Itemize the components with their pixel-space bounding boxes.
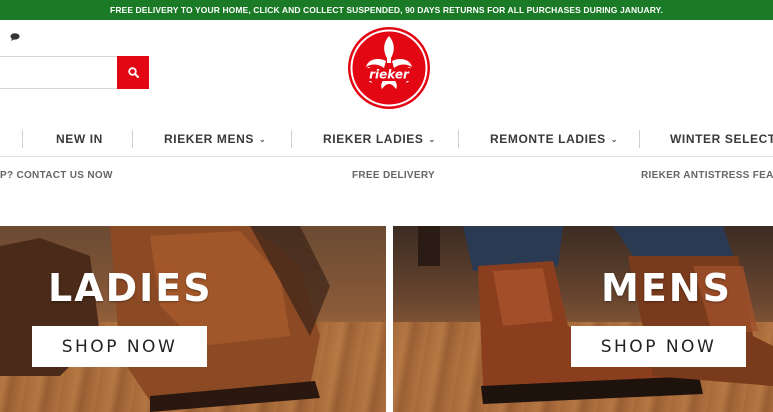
promo-mens-title: MENS <box>601 266 732 310</box>
nav-divider <box>132 130 133 148</box>
search-input[interactable] <box>0 56 118 89</box>
shop-ladies-button[interactable]: SHOP NOW <box>32 326 207 367</box>
chevron-down-icon: ⌄ <box>610 135 619 144</box>
shop-mens-button[interactable]: SHOP NOW <box>571 326 746 367</box>
nav-item-new-in[interactable]: NEW IN <box>56 124 103 156</box>
ladies-boots-image <box>0 226 330 412</box>
logo-text: rieker <box>369 68 410 82</box>
chat-icon[interactable] <box>10 33 20 41</box>
nav-item-remonte-ladies[interactable]: REMONTE LADIES ⌄ <box>490 124 618 156</box>
nav-divider <box>291 130 292 148</box>
search-bar <box>0 56 150 89</box>
rieker-logo[interactable]: rieker <box>346 25 432 111</box>
promo-mens[interactable]: MENS SHOP NOW <box>393 226 773 412</box>
nav-divider-line <box>0 156 773 157</box>
chevron-down-icon: ⌄ <box>258 135 267 144</box>
search-button[interactable] <box>117 56 149 89</box>
chevron-down-icon: ⌄ <box>428 135 436 144</box>
promo-ladies[interactable]: LADIES SHOP NOW <box>0 226 386 412</box>
nav-item-label: NEW IN <box>56 132 103 146</box>
nav-item-label: RIEKER MENS <box>164 132 254 146</box>
mens-boots-image <box>418 226 773 404</box>
usp-antistress[interactable]: RIEKER ANTISTRESS FEATURES <box>641 170 773 181</box>
nav-item-label: REMONTE LADIES <box>490 132 606 146</box>
nav-item-label: WINTER SELECTION <box>670 132 773 146</box>
nav-item-label: RIEKER LADIES <box>323 132 424 146</box>
nav-item-rieker-ladies[interactable]: RIEKER LADIES ⌄ <box>323 124 436 156</box>
usp-free-delivery[interactable]: FREE DELIVERY <box>352 170 435 181</box>
nav-item-winter-selection[interactable]: WINTER SELECTION <box>670 124 773 156</box>
search-icon <box>127 67 139 78</box>
nav-divider <box>639 130 640 148</box>
nav-item-rieker-mens[interactable]: RIEKER MENS ⌄ <box>164 124 266 156</box>
announcement-bar: FREE DELIVERY TO YOUR HOME, CLICK AND CO… <box>0 0 773 20</box>
main-nav: NEW IN RIEKER MENS ⌄ RIEKER LADIES ⌄ REMON… <box>0 124 773 156</box>
nav-divider <box>458 130 459 148</box>
usp-contact-link[interactable]: P? CONTACT US NOW <box>0 170 113 181</box>
promo-ladies-title: LADIES <box>48 266 213 310</box>
nav-divider <box>22 130 23 148</box>
